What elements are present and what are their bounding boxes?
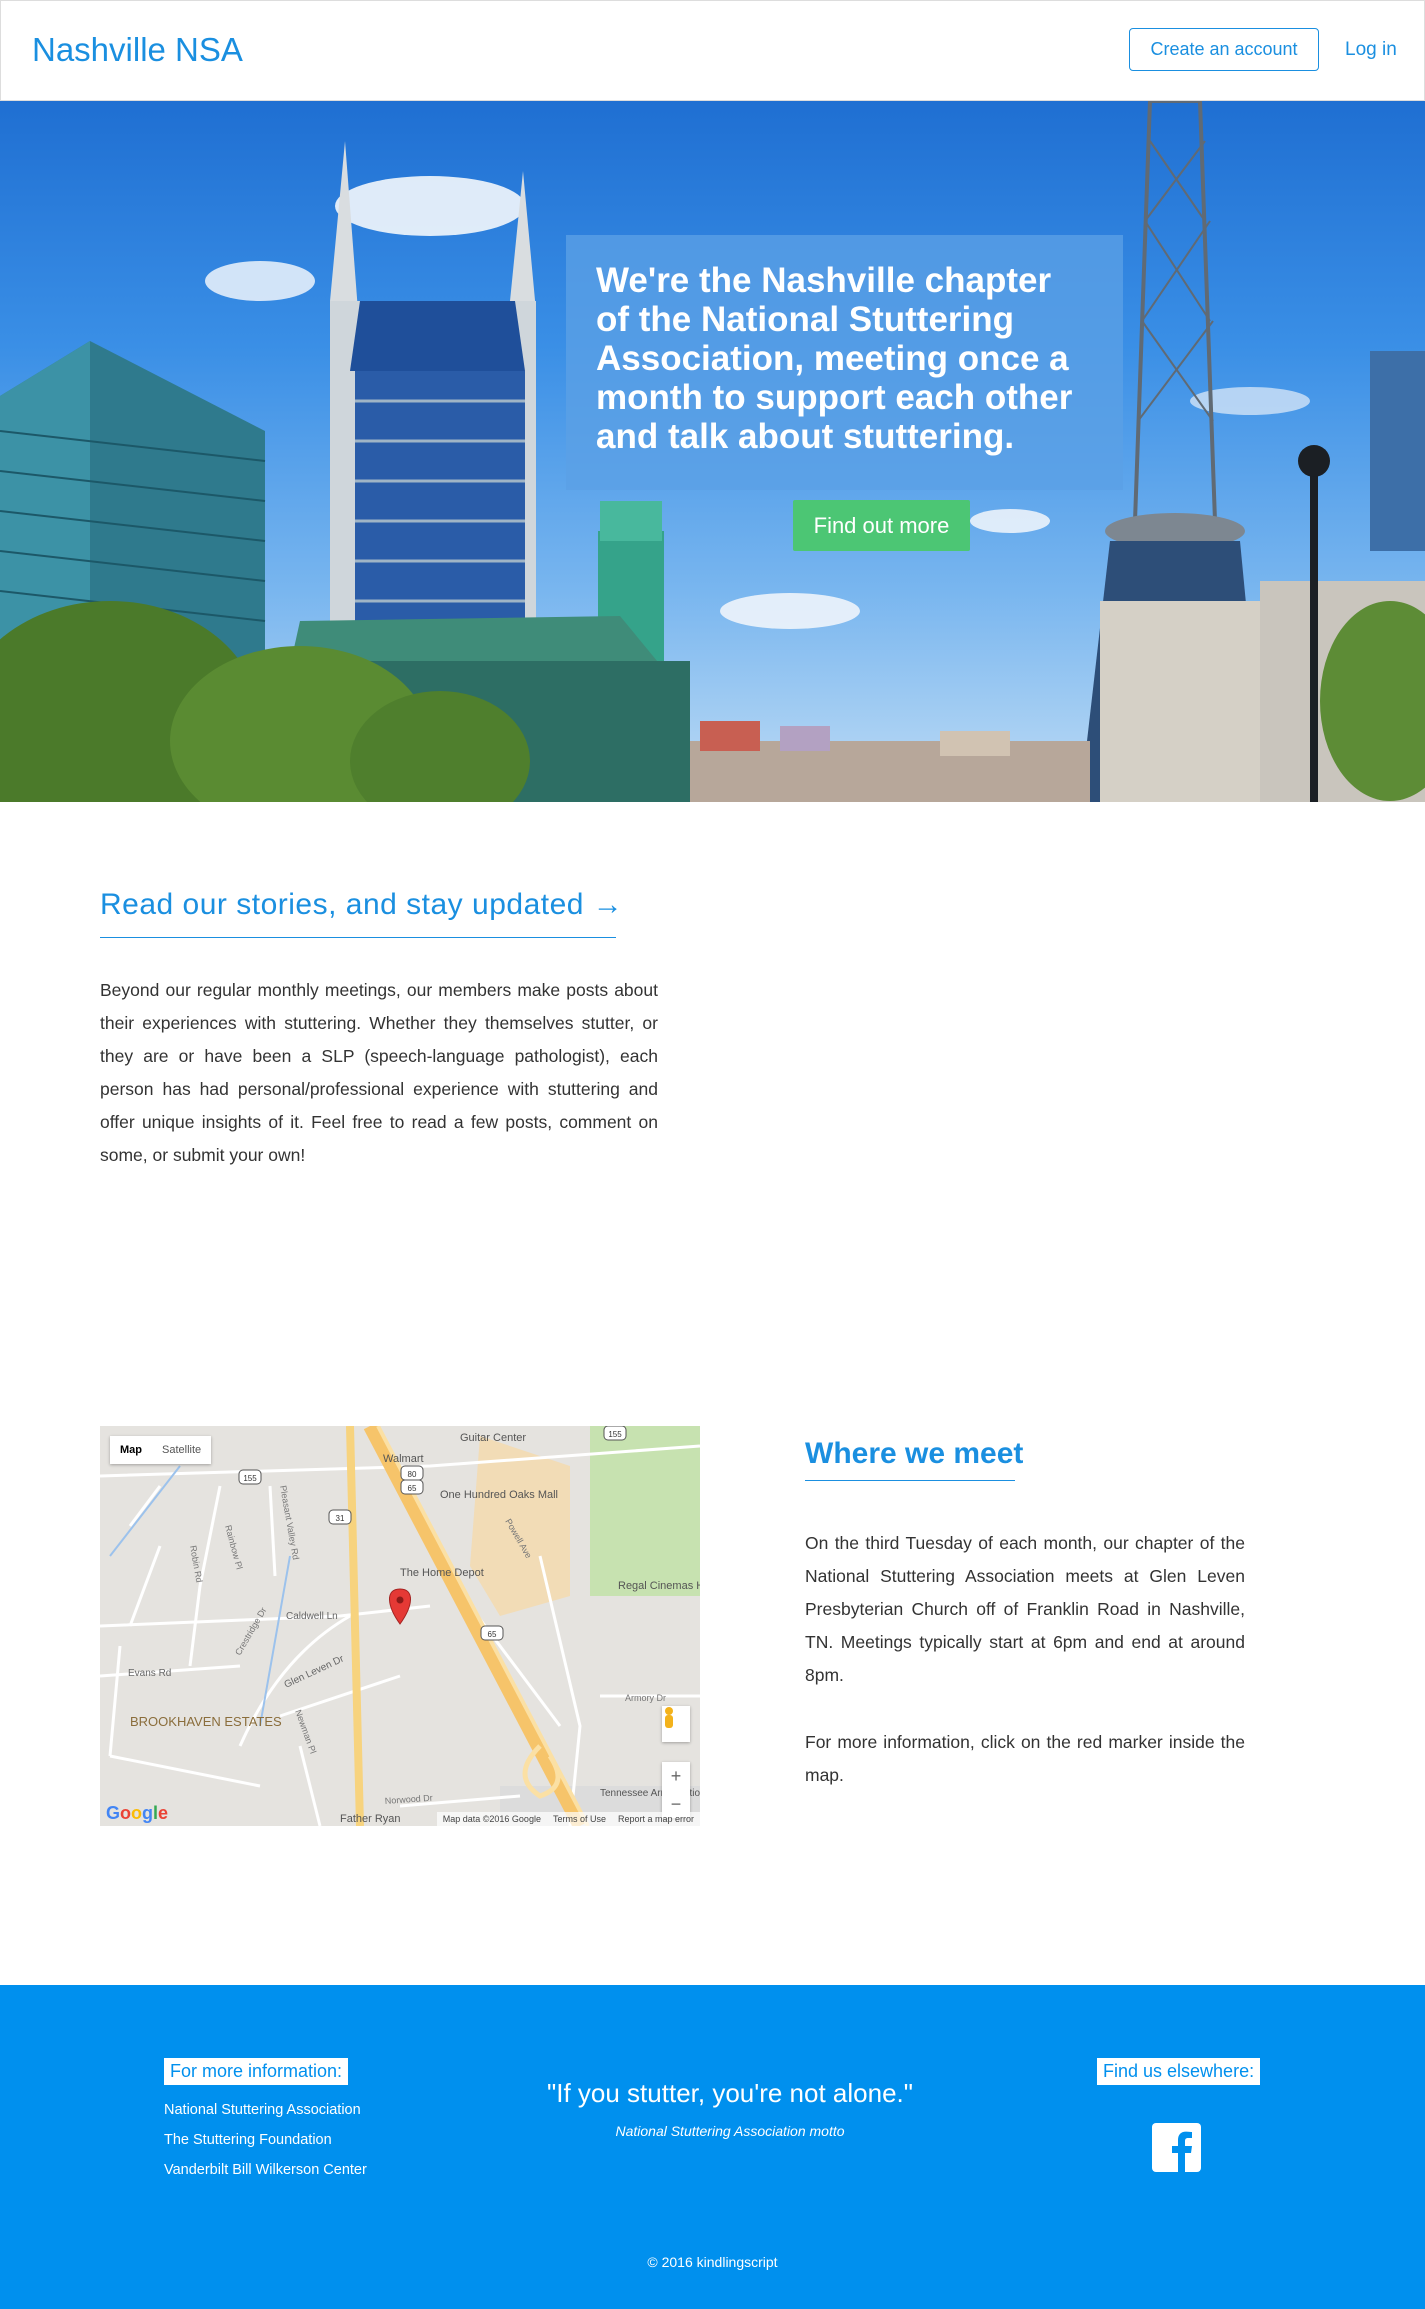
map-report-link[interactable]: Report a map error xyxy=(618,1814,694,1824)
svg-text:65: 65 xyxy=(408,1484,417,1493)
stories-heading-link[interactable]: Read our stories, and stay updated → xyxy=(100,888,623,922)
brand-link[interactable]: Nashville NSA xyxy=(32,31,243,69)
map-zoom-control: + − xyxy=(662,1762,690,1818)
road-shield-icon: 80 xyxy=(400,1465,424,1481)
map-terms-link[interactable]: Terms of Use xyxy=(553,1814,606,1824)
svg-text:80: 80 xyxy=(408,1470,417,1479)
map-label: Rainbow Pl xyxy=(223,1524,244,1571)
footer-links: National Stuttering Association The Stut… xyxy=(164,2100,367,2190)
map-canvas[interactable]: Guitar Center Walmart One Hundred Oaks Mal… xyxy=(100,1426,700,1826)
navbar: Nashville NSA Create an account Log in xyxy=(0,0,1425,101)
meet-divider xyxy=(805,1480,1015,1481)
footer-link-vanderbilt[interactable]: Vanderbilt Bill Wilkerson Center xyxy=(164,2160,367,2190)
map-label: Glen Leven Dr xyxy=(283,1653,347,1691)
meet-heading: Where we meet xyxy=(805,1437,1024,1470)
map-label: Newman Pl xyxy=(293,1708,318,1755)
zoom-in-button[interactable]: + xyxy=(662,1762,690,1790)
hero-headline: We're the Nashville chapter of the Natio… xyxy=(596,261,1073,456)
map-tab-satellite[interactable]: Satellite xyxy=(152,1436,211,1464)
map-label: Guitar Center xyxy=(460,1432,526,1444)
find-us-label: Find us elsewhere: xyxy=(1097,2058,1261,2085)
copyright: © 2016 kindlingscript xyxy=(647,2254,778,2270)
facebook-icon[interactable] xyxy=(1152,2123,1201,2172)
login-link[interactable]: Log in xyxy=(1345,39,1397,61)
road-shield-icon: 65 xyxy=(400,1479,424,1495)
map-attribution-bar: Map data ©2016 Google Terms of Use Repor… xyxy=(436,1812,700,1826)
motto-citation: National Stuttering Association motto xyxy=(615,2123,845,2139)
map-type-toggle: Map Satellite xyxy=(110,1436,212,1464)
map-label: Caldwell Ln xyxy=(286,1611,338,1622)
svg-text:65: 65 xyxy=(488,1630,497,1639)
google-map[interactable]: Guitar Center Walmart One Hundred Oaks Mal… xyxy=(100,1426,700,1826)
map-marker-icon[interactable] xyxy=(389,1588,411,1625)
meet-body: On the third Tuesday of each month, our … xyxy=(805,1527,1245,1792)
map-tab-map[interactable]: Map xyxy=(110,1436,152,1464)
map-label: One Hundred Oaks Mall xyxy=(440,1489,558,1501)
meet-paragraph: For more information, click on the red m… xyxy=(805,1732,1245,1785)
street-view-pegman-icon[interactable] xyxy=(662,1706,690,1742)
create-account-button[interactable]: Create an account xyxy=(1129,28,1319,71)
meet-paragraph: On the third Tuesday of each month, our … xyxy=(805,1533,1245,1685)
map-label: Armory Dr xyxy=(625,1693,666,1703)
map-label: Crestridge Dr xyxy=(233,1606,268,1657)
map-attribution: Map data ©2016 Google xyxy=(442,1814,541,1824)
stories-body: Beyond our regular monthly meetings, our… xyxy=(100,980,658,1165)
hero-text-box: We're the Nashville chapter of the Natio… xyxy=(566,235,1123,490)
map-label: Robin Rd xyxy=(188,1545,204,1584)
find-out-more-button[interactable]: Find out more xyxy=(793,500,970,551)
road-shield-icon: 155 xyxy=(603,1426,627,1441)
svg-text:155: 155 xyxy=(243,1474,257,1483)
map-label: Pleasant Valley Rd xyxy=(278,1485,301,1561)
map-label: Evans Rd xyxy=(128,1668,171,1679)
road-shield-icon: 155 xyxy=(238,1469,262,1485)
map-label: The Home Depot xyxy=(400,1567,484,1579)
map-label: BROOKHAVEN ESTATES xyxy=(130,1714,282,1729)
map-label: Walmart xyxy=(383,1453,424,1465)
svg-text:31: 31 xyxy=(336,1514,345,1523)
road-shield-icon: 31 xyxy=(328,1509,352,1525)
stories-divider xyxy=(100,937,616,938)
map-label: Regal Cinemas Hollywood 27 xyxy=(618,1580,700,1592)
google-logo: Google xyxy=(106,1803,169,1823)
hero-section: We're the Nashville chapter of the Natio… xyxy=(0,101,1425,802)
svg-text:155: 155 xyxy=(608,1430,622,1439)
map-label: Father Ryan xyxy=(340,1813,401,1825)
road-shield-icon: 65 xyxy=(480,1625,504,1641)
